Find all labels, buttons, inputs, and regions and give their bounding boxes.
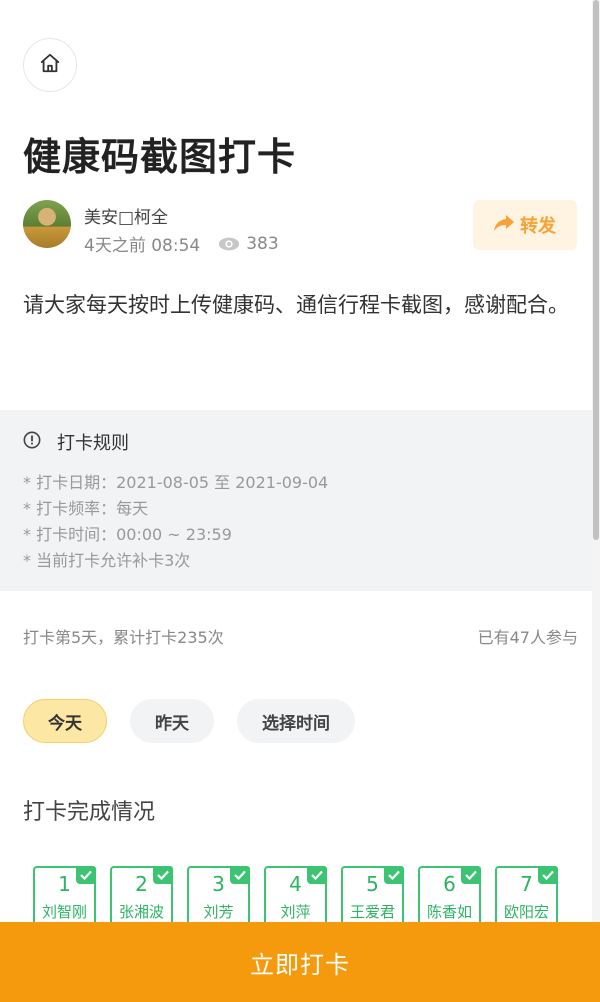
tab-select-time[interactable]: 选择时间 (237, 699, 355, 743)
checkin-progress: 打卡第5天，累计打卡235次 (23, 628, 224, 647)
rules-title: 打卡规则 (57, 433, 129, 454)
rule-item-time: * 打卡时间：00:00 ~ 23:59 (23, 525, 232, 544)
checkin-now-button[interactable]: 立即打卡 (0, 922, 600, 1002)
post-time: 4天之前 08:54 (84, 236, 201, 256)
scrollbar-thumb[interactable] (593, 0, 599, 540)
page-title: 健康码截图打卡 (23, 135, 297, 179)
post-meta: 4天之前 08:54 383 (84, 231, 279, 257)
check-icon (76, 866, 96, 884)
checkin-stats: 打卡第5天，累计打卡235次 已有47人参与 (23, 624, 578, 648)
member-cell[interactable]: 7 欧阳宏 (495, 866, 558, 928)
rules-header: 打卡规则 (23, 428, 569, 456)
member-name: 陈香如 (426, 903, 472, 921)
share-label: 转发 (520, 216, 556, 237)
rules-list: * 打卡日期：2021-08-05 至 2021-09-04 * 打卡频率：每天… (23, 470, 569, 574)
participant-count: 已有47人参与 (477, 628, 578, 647)
member-cell[interactable]: 5 王爱君 (341, 866, 404, 928)
check-icon (538, 866, 558, 884)
avatar[interactable] (23, 200, 71, 248)
checkin-rules-panel: 打卡规则 * 打卡日期：2021-08-05 至 2021-09-04 * 打卡… (0, 410, 592, 591)
check-icon (461, 866, 481, 884)
member-name: 欧阳宏 (503, 903, 549, 921)
author-name[interactable]: 美安□柯全 (84, 203, 168, 228)
check-icon (230, 866, 250, 884)
home-icon (39, 52, 61, 78)
member-cell[interactable]: 2 张湘波 (110, 866, 173, 928)
rule-item-frequency: * 打卡频率：每天 (23, 499, 149, 518)
share-button[interactable]: 转发 (473, 200, 577, 250)
check-icon (384, 866, 404, 884)
member-cell[interactable]: 4 刘萍 (264, 866, 327, 928)
date-tabs: 今天 昨天 选择时间 (23, 699, 378, 743)
eye-icon (218, 236, 240, 252)
check-icon (307, 866, 327, 884)
member-name: 张湘波 (118, 903, 164, 921)
member-name: 王爱君 (349, 903, 395, 921)
post-description: 请大家每天按时上传健康码、通信行程卡截图，感谢配合。 (23, 293, 569, 317)
member-cell[interactable]: 1 刘智刚 (33, 866, 96, 928)
share-arrow-icon (494, 214, 520, 236)
scrollbar[interactable] (592, 0, 600, 1002)
member-name: 刘芳 (203, 903, 234, 921)
view-count: 383 (246, 233, 279, 254)
completion-grid: 1 刘智刚 2 张湘波 3 刘芳 4 刘萍 5 王爱君 6 陈香如 7 欧阳宏 (33, 866, 572, 928)
tab-yesterday[interactable]: 昨天 (130, 699, 214, 743)
info-circle-icon (23, 431, 57, 454)
tab-today[interactable]: 今天 (23, 699, 107, 743)
member-cell[interactable]: 6 陈香如 (418, 866, 481, 928)
rule-item-makeup: * 当前打卡允许补卡3次 (23, 551, 191, 570)
member-name: 刘萍 (280, 903, 311, 921)
member-name: 刘智刚 (41, 903, 87, 921)
rule-item-date: * 打卡日期：2021-08-05 至 2021-09-04 (23, 473, 329, 492)
home-button[interactable] (23, 38, 77, 92)
member-cell[interactable]: 3 刘芳 (187, 866, 250, 928)
completion-title: 打卡完成情况 (23, 800, 156, 825)
check-icon (153, 866, 173, 884)
